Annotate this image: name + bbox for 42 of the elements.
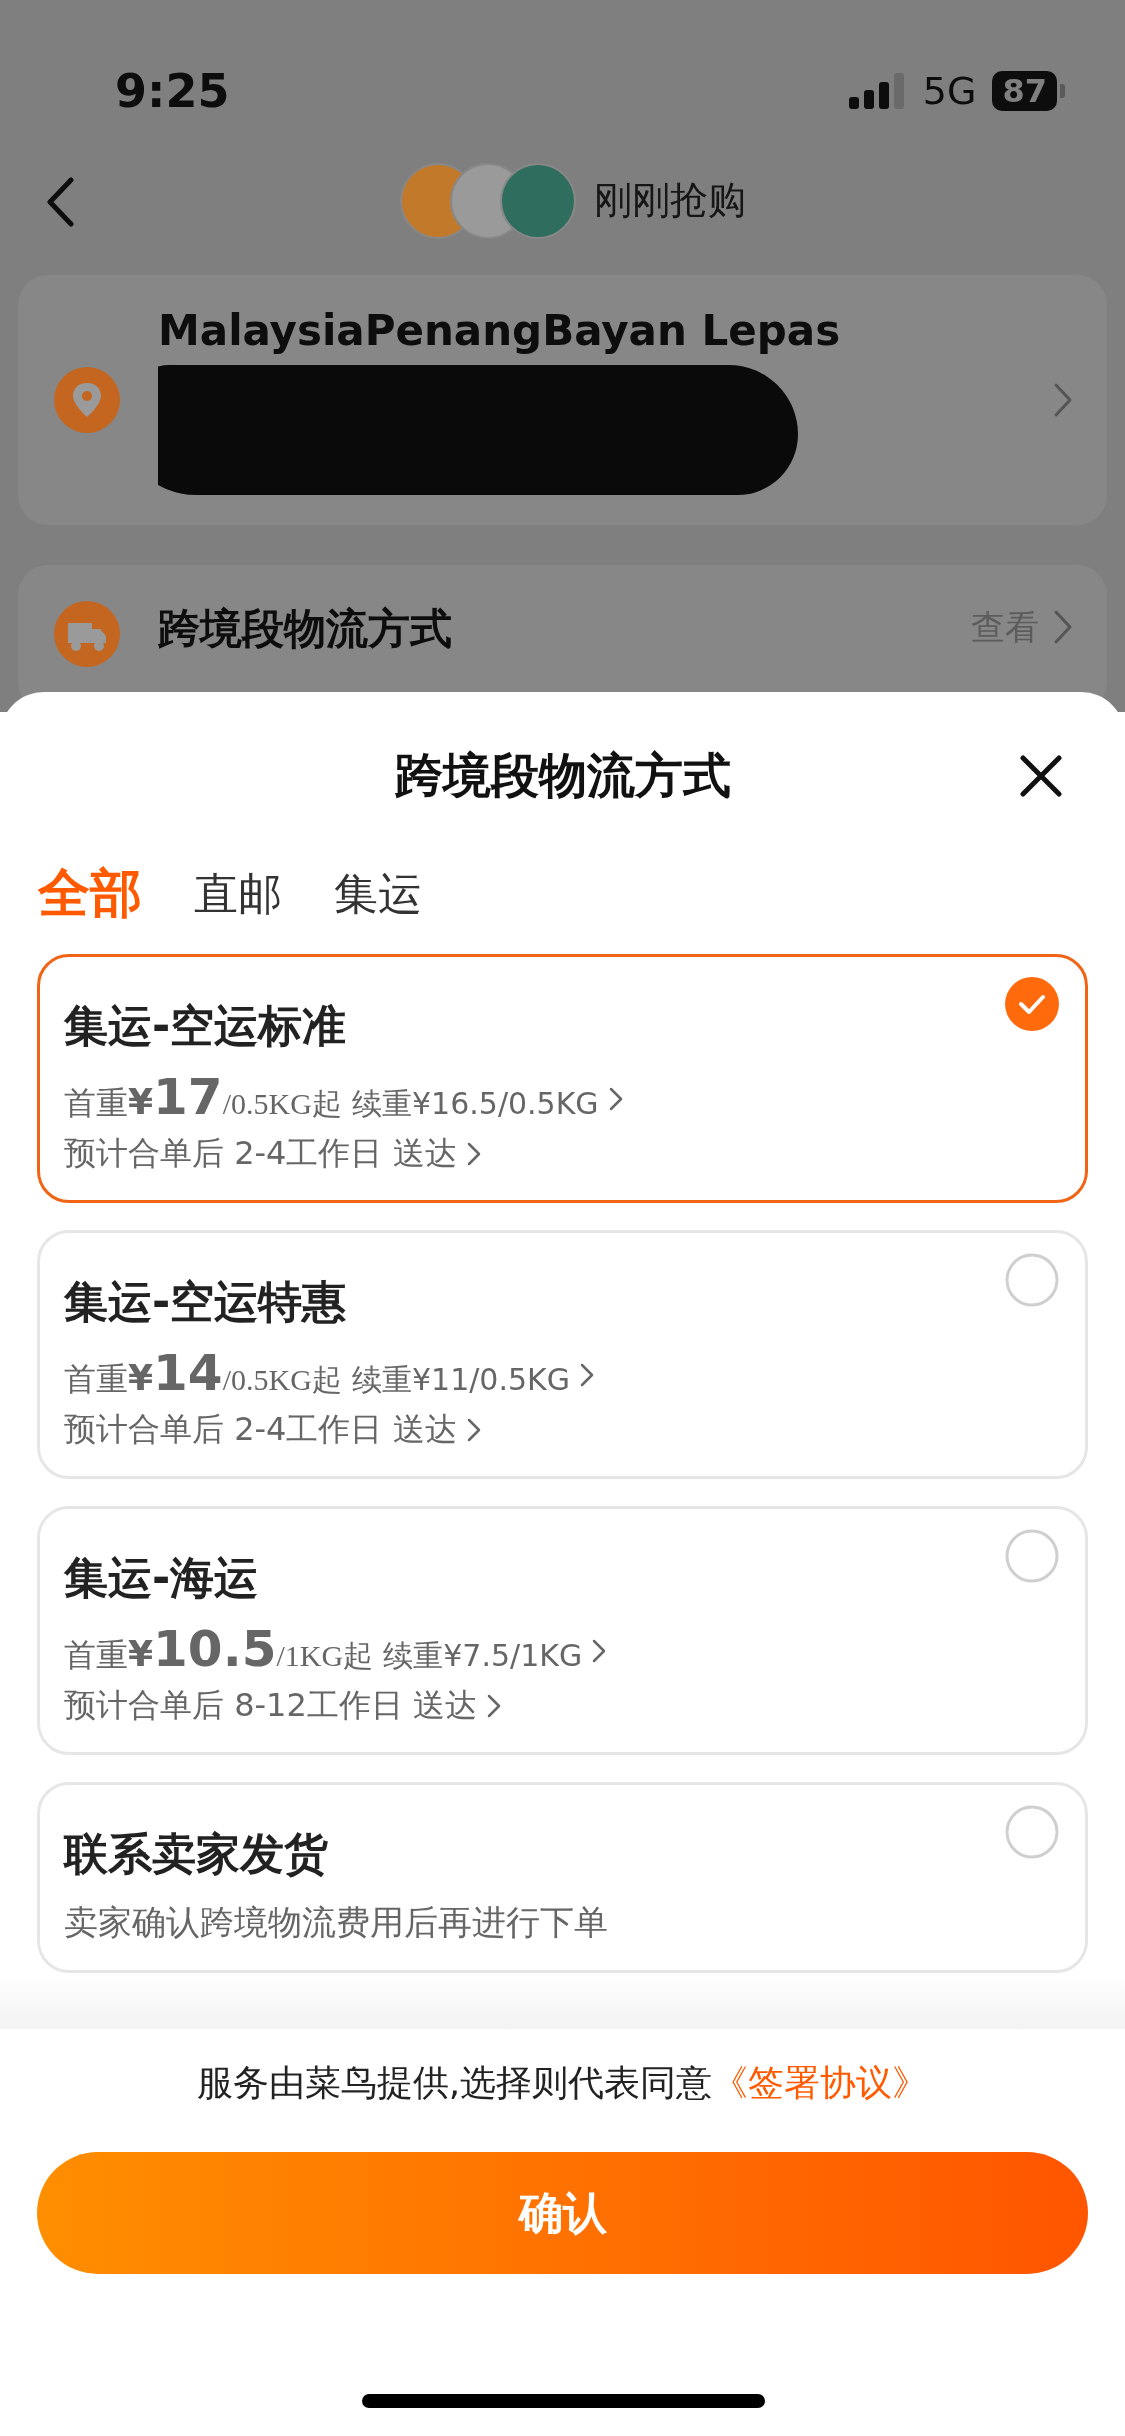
delivery-estimate: 预计合单后 8-12工作日 送达 — [64, 1685, 477, 1726]
agreement-text: 服务由菜鸟提供,选择则代表同意《签署协议》 — [196, 2061, 929, 2105]
radio-unchecked-icon[interactable] — [1005, 1805, 1059, 1859]
shipping-label: 跨境段物流方式 — [158, 603, 453, 656]
price-info: 首重¥17/0.5KG起 续重¥16.5/0.5KG — [64, 1072, 599, 1126]
address-card[interactable]: MalaysiaPenangBayan Lepas — [18, 275, 1107, 526]
chevron-right-icon — [466, 1142, 481, 1166]
chevron-right-icon — [580, 1363, 594, 1387]
chevron-right-icon — [608, 1087, 623, 1111]
price-info: 首重¥10.5/1KG起 续重¥7.5/1KG — [64, 1624, 583, 1678]
filter-tab[interactable]: 集运 — [334, 864, 422, 924]
address-line: MalaysiaPenangBayan Lepas — [158, 305, 842, 355]
sheet-title: 跨境段物流方式 — [394, 746, 731, 805]
network-label: 5G — [922, 69, 977, 114]
chevron-right-icon — [466, 1418, 481, 1442]
truck-icon — [54, 601, 120, 668]
back-icon[interactable] — [45, 177, 75, 228]
price-info: 首重¥14/0.5KG起 续重¥11/0.5KG — [64, 1348, 570, 1402]
chevron-right-icon — [486, 1694, 501, 1718]
option-title: 集运-空运标准 — [64, 999, 348, 1053]
delivery-estimate: 预计合单后 2-4工作日 送达 — [64, 1133, 457, 1174]
option-note: 卖家确认跨境物流费用后再进行下单 — [64, 1901, 608, 1944]
chevron-right-icon — [592, 1639, 607, 1663]
nav-title: 刚刚抢购 — [593, 177, 746, 225]
close-icon[interactable] — [1019, 754, 1063, 798]
filter-tab[interactable]: 直邮 — [194, 864, 282, 924]
status-time: 9:25 — [115, 64, 230, 119]
signal-icon — [848, 73, 907, 110]
radio-unchecked-icon[interactable] — [1005, 1529, 1059, 1583]
option-title: 联系卖家发货 — [64, 1827, 329, 1881]
shipping-option-card[interactable]: 集运-空运标准 首重¥17/0.5KG起 续重¥16.5/0.5KG 预计合单后 2-4工作日 送达 — [37, 954, 1088, 1203]
option-title: 集运-空运特惠 — [64, 1275, 348, 1329]
radio-checked-icon[interactable] — [1005, 977, 1059, 1031]
delivery-estimate: 预计合单后 2-4工作日 送达 — [64, 1409, 457, 1450]
option-title: 集运-海运 — [64, 1551, 260, 1605]
chevron-right-icon — [1053, 609, 1073, 646]
shipping-option-card[interactable]: 集运-海运 首重¥10.5/1KG起 续重¥7.5/1KG 预计合单后 8-12工作日 送达 — [37, 1506, 1088, 1755]
shipping-option-card[interactable]: 集运-空运特惠 首重¥14/0.5KG起 续重¥11/0.5KG 预计合单后 2-4工作日 送达 — [37, 1230, 1088, 1479]
radio-unchecked-icon[interactable] — [1005, 1253, 1059, 1307]
shipping-option-card[interactable]: 联系卖家发货 卖家确认跨境物流费用后再进行下单 — [37, 1782, 1088, 1973]
location-pin-icon — [54, 367, 120, 434]
chevron-right-icon — [1053, 382, 1073, 419]
